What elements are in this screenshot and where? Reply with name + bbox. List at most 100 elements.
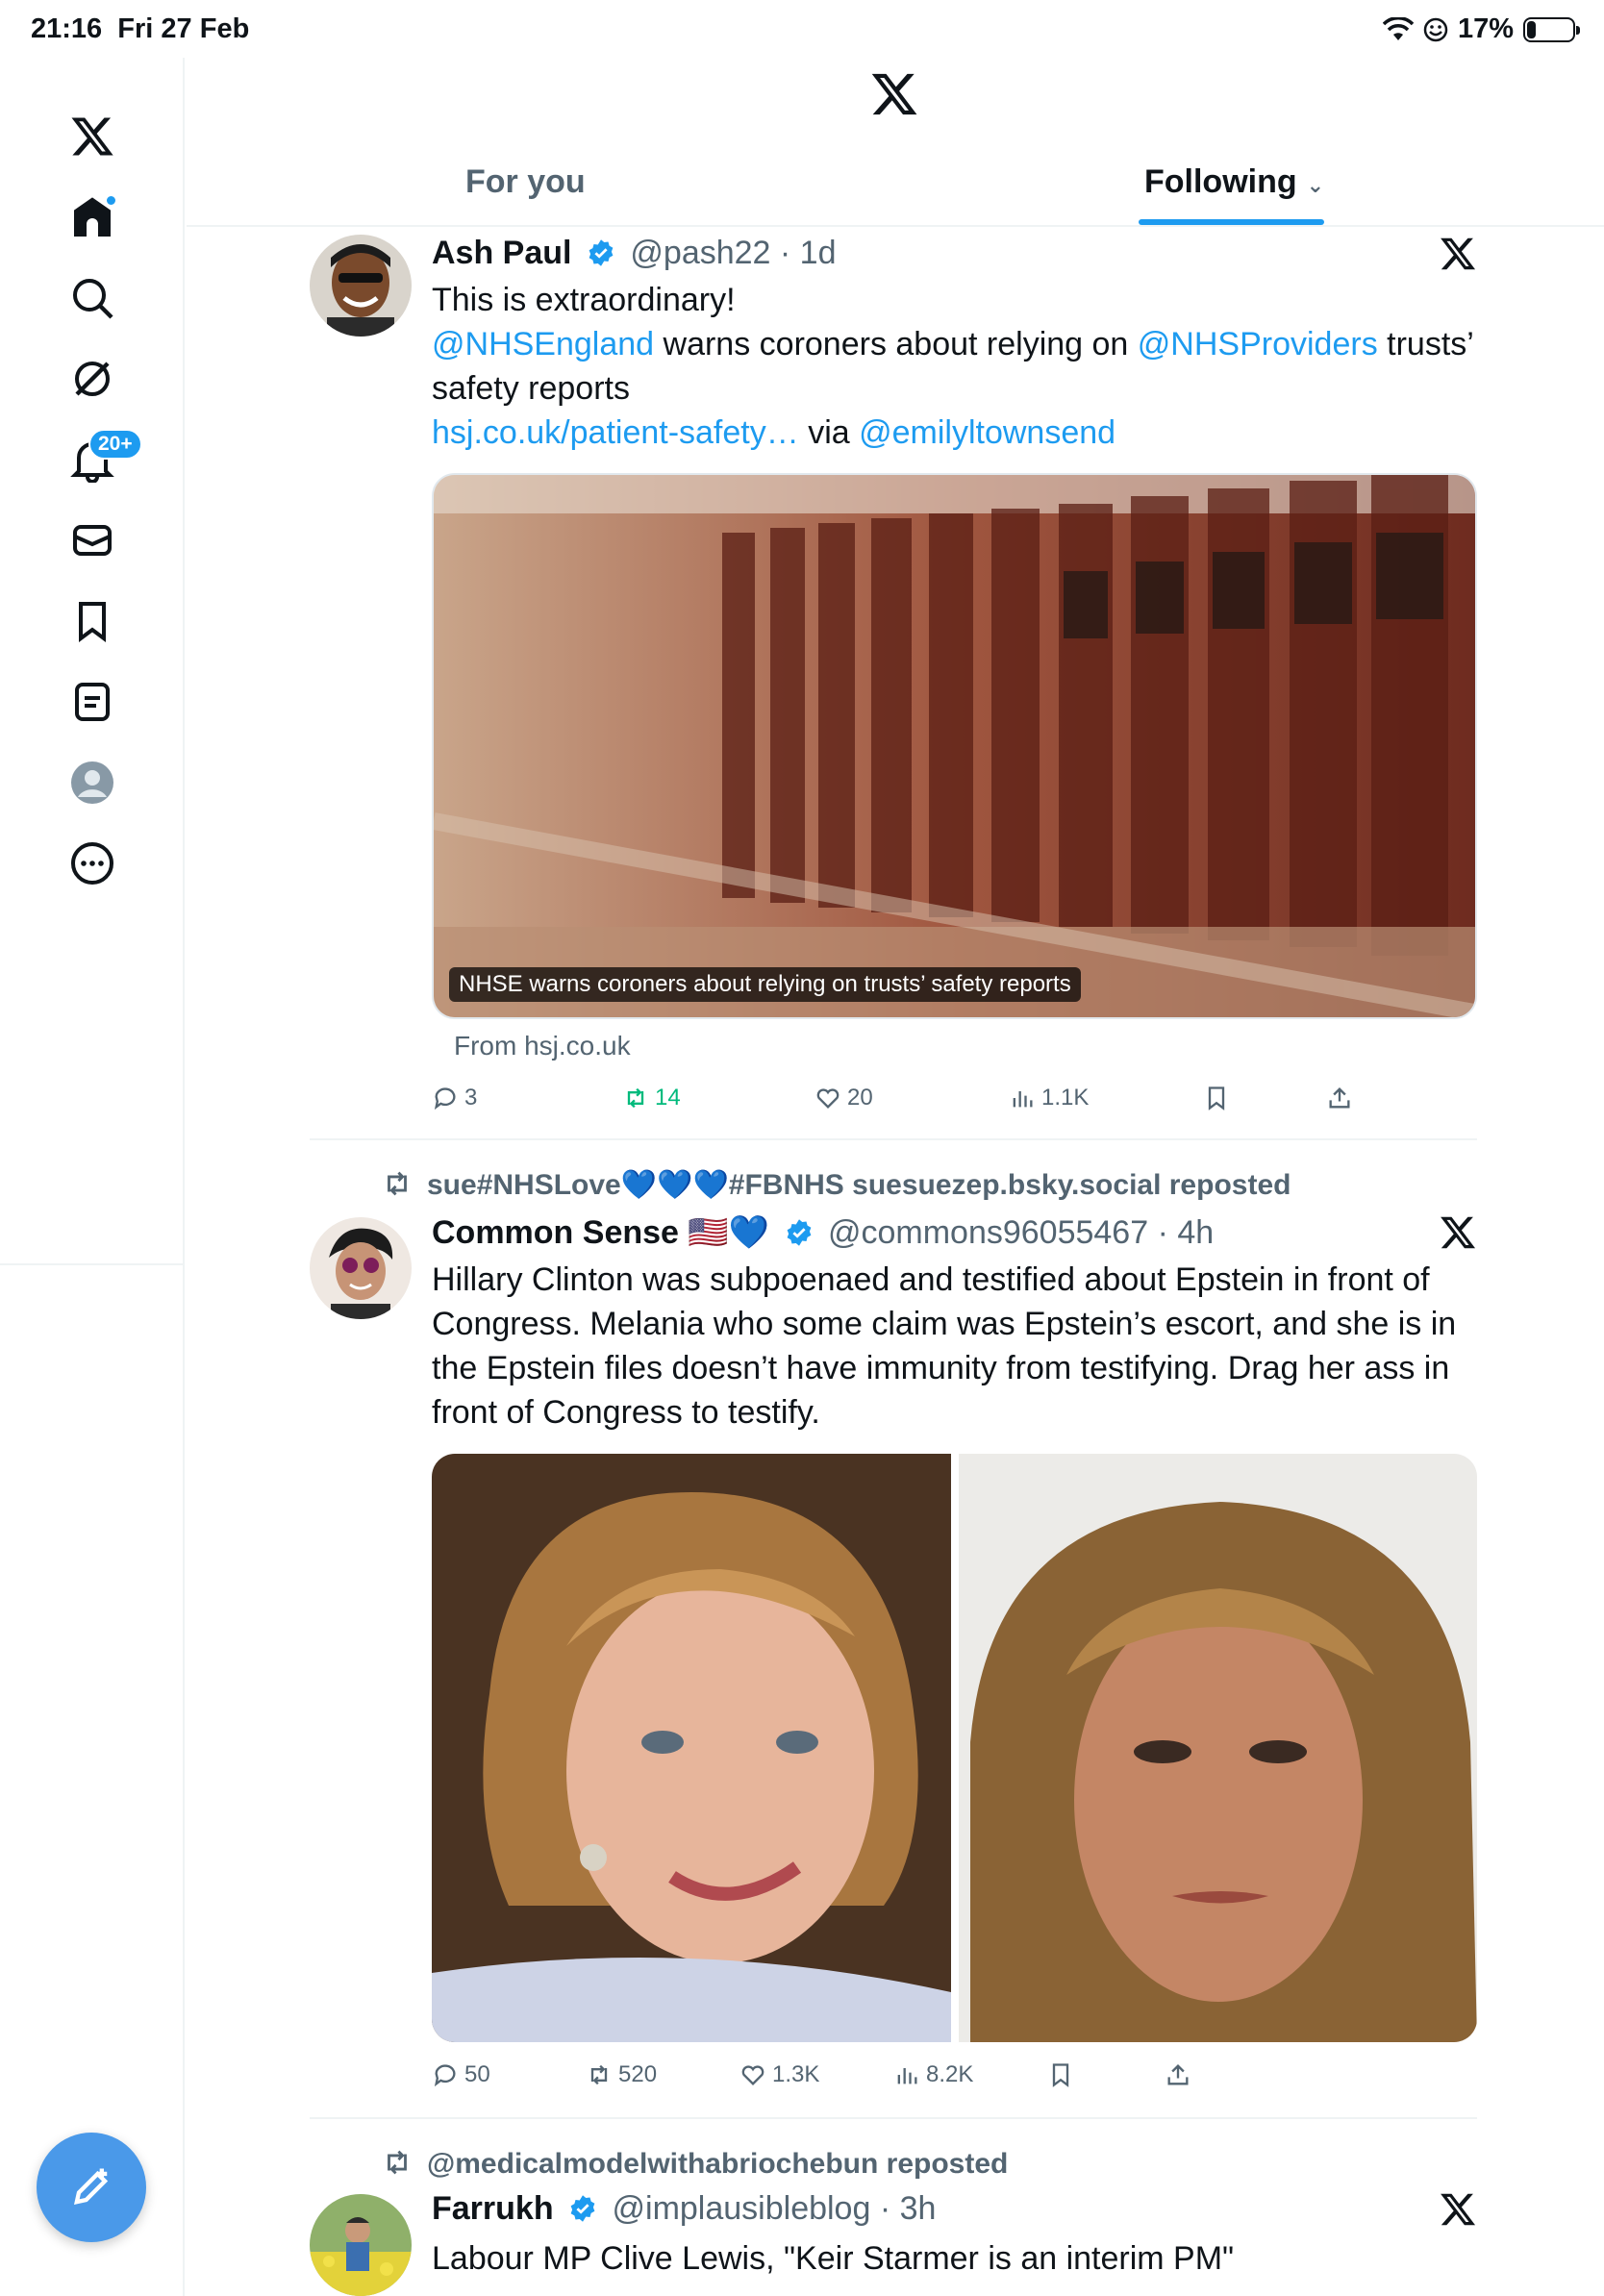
repost-count: 520 <box>618 2061 658 2087</box>
link-card-source[interactable]: From hsj.co.uk <box>454 1031 631 1061</box>
home-icon[interactable] <box>63 188 121 246</box>
tweet-text-fragment: warns coroners about relying on <box>654 326 1138 362</box>
bookmark-button[interactable] <box>1047 2061 1074 2088</box>
repost-context-text: sue#NHSLove💙💙💙#FBNHS suesuezep.bsky.soci… <box>427 1169 1291 1201</box>
tweet-text: Labour MP Clive Lewis, "Keir Starmer is … <box>432 2240 1235 2277</box>
more-icon[interactable] <box>63 835 121 892</box>
status-time: 21:16 Fri 27 Feb <box>31 13 249 45</box>
repost-context-text: @medicalmodelwithabriochebun reposted <box>427 2148 1009 2180</box>
link-card-caption: NHSE warns coroners about relying on tru… <box>449 967 1081 1002</box>
mention-link[interactable]: @NHSEngland <box>432 326 654 362</box>
link-card-image[interactable]: NHSE warns coroners about relying on tru… <box>432 473 1477 1019</box>
status-right: 17% <box>1382 13 1580 45</box>
like-button[interactable]: 20 <box>815 1085 873 1111</box>
tweet-media[interactable] <box>432 1454 1477 2042</box>
repost-button[interactable]: 520 <box>586 2061 657 2088</box>
author-name[interactable]: Ash Paul <box>432 235 571 271</box>
tweet[interactable]: sue#NHSLove💙💙💙#FBNHS suesuezep.bsky.soci… <box>310 1167 1477 2117</box>
profile-icon[interactable] <box>63 754 121 811</box>
x-logo-icon[interactable] <box>869 69 919 119</box>
repost-icon <box>388 2150 407 2175</box>
repost-icon <box>590 2064 608 2085</box>
repost-button[interactable]: 14 <box>622 1085 681 1111</box>
mention-link[interactable]: @NHSProviders <box>1138 326 1378 362</box>
author-handle[interactable]: @commons96055467 <box>828 1214 1148 1251</box>
repost-icon <box>627 1087 644 1109</box>
bookmark-icon <box>1052 2063 1069 2087</box>
repost-icon <box>388 1171 407 1196</box>
tweet-text: Hillary Clinton was subpoenaed and testi… <box>432 1261 1457 1431</box>
tweet[interactable]: @medicalmodelwithabriochebun reposted Fa… <box>310 2146 1477 2296</box>
reply-icon <box>434 2064 456 2087</box>
mention-link[interactable]: @emilyltownsend <box>859 414 1115 451</box>
sidebar: 20+ <box>0 58 185 2296</box>
search-icon[interactable] <box>63 269 121 327</box>
lists-icon[interactable] <box>63 673 121 731</box>
views-button[interactable]: 1.1K <box>1009 1085 1089 1111</box>
tab-selected-indicator <box>1139 219 1324 225</box>
x-grok-icon[interactable] <box>1439 235 1477 273</box>
url-link[interactable]: hsj.co.uk/patient-safety… <box>432 414 799 451</box>
author-name[interactable]: Common Sense 🇺🇸💙 <box>432 1214 769 1251</box>
tweet-header: Ash Paul @pash22 · 1d <box>432 235 837 272</box>
messages-icon[interactable] <box>63 512 121 569</box>
law-books-image <box>434 475 1475 1017</box>
tweet[interactable]: Ash Paul @pash22 · 1d This is extraordin… <box>310 235 1477 1138</box>
tweet-actions: 50 520 1.3K 8.2K <box>432 2061 1355 2100</box>
views-button[interactable]: 8.2K <box>893 2061 973 2088</box>
share-button[interactable] <box>1165 2061 1191 2088</box>
status-bar: 21:16 Fri 27 Feb 17% <box>0 0 1604 58</box>
x-grok-icon[interactable] <box>1439 2190 1477 2229</box>
like-button[interactable]: 1.3K <box>739 2061 819 2088</box>
bookmarks-icon[interactable] <box>63 592 121 650</box>
reply-count: 3 <box>464 1085 478 1111</box>
tweet-text: This is extraordinary! @NHSEngland warns… <box>432 278 1480 455</box>
like-count: 20 <box>847 1085 873 1111</box>
date-text: Fri 27 Feb <box>117 13 250 44</box>
tweet-time: · 1d <box>779 235 837 271</box>
author-handle[interactable]: @implausibleblog <box>613 2190 871 2227</box>
author-handle[interactable]: @pash22 <box>630 235 770 271</box>
two-portraits-image <box>432 1454 1477 2042</box>
notifications-badge: 20+ <box>88 429 142 460</box>
avatar[interactable] <box>310 235 412 337</box>
like-count: 1.3K <box>772 2061 820 2087</box>
bookmark-button[interactable] <box>1203 1085 1230 1111</box>
timeline-header: For you Following ⌄ <box>187 58 1604 227</box>
tweet-header: Common Sense 🇺🇸💙 @commons96055467 · 4h <box>432 1213 1214 1252</box>
repost-context[interactable]: @medicalmodelwithabriochebun reposted <box>381 2146 1008 2181</box>
tab-following[interactable]: Following ⌄ <box>1144 163 1324 210</box>
avatar[interactable] <box>310 2194 412 2296</box>
tweet-header: Farrukh @implausibleblog · 3h <box>432 2190 936 2228</box>
tab-following-label: Following <box>1144 163 1297 200</box>
battery-icon <box>1523 16 1580 42</box>
x-logo-icon[interactable] <box>63 108 121 165</box>
reply-icon <box>434 1087 456 1111</box>
battery-percent: 17% <box>1457 13 1514 44</box>
author-name[interactable]: Farrukh <box>432 2190 554 2227</box>
tweet-time: · 3h <box>879 2190 937 2227</box>
home-unread-dot <box>105 194 117 207</box>
grok-icon[interactable] <box>63 350 121 408</box>
verified-badge-icon <box>570 2195 595 2222</box>
x-grok-icon[interactable] <box>1439 1213 1477 1252</box>
compose-button[interactable] <box>37 2133 146 2242</box>
compose-icon <box>73 2168 109 2206</box>
reply-count: 50 <box>464 2061 490 2087</box>
tweet-time: · 4h <box>1157 1214 1215 1251</box>
tweet-text-line: hsj.co.uk/patient-safety… via @emilyltow… <box>432 411 1480 455</box>
sidebar-divider <box>0 1263 185 1265</box>
notifications-icon[interactable]: 20+ <box>63 429 142 488</box>
share-icon <box>1167 2064 1189 2085</box>
reply-button[interactable]: 50 <box>432 2061 490 2088</box>
avatar[interactable] <box>310 1217 412 1319</box>
view-count: 1.1K <box>1041 1085 1090 1111</box>
tweet-text-line: This is extraordinary! <box>432 282 736 318</box>
chevron-down-icon: ⌄ <box>1306 173 1325 197</box>
share-button[interactable] <box>1326 1085 1353 1111</box>
heart-icon <box>816 1088 840 1109</box>
tab-for-you[interactable]: For you <box>465 163 586 210</box>
reply-button[interactable]: 3 <box>432 1085 477 1111</box>
repost-context[interactable]: sue#NHSLove💙💙💙#FBNHS suesuezep.bsky.soci… <box>381 1167 1291 1202</box>
tweet-divider <box>310 1138 1477 1140</box>
